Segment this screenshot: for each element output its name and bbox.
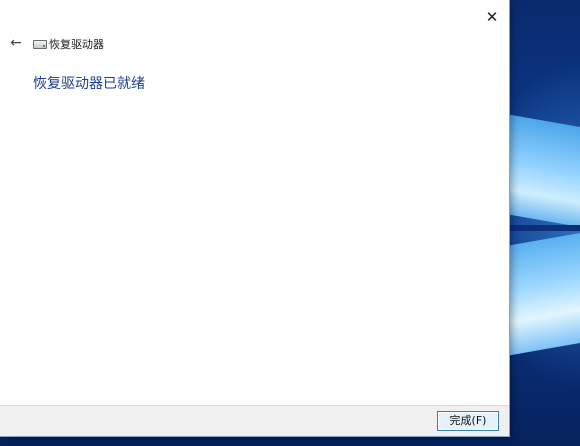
drive-icon	[33, 40, 47, 49]
desktop-background: ✕ ← 恢复驱动器 恢复驱动器已就绪 完成(F)	[0, 0, 580, 446]
back-arrow-icon: ←	[10, 35, 22, 51]
recovery-drive-wizard-window: ✕ ← 恢复驱动器 恢复驱动器已就绪 完成(F)	[0, 0, 510, 437]
close-button[interactable]: ✕	[481, 6, 503, 28]
window-title: 恢复驱动器	[49, 38, 104, 51]
back-button[interactable]: ←	[6, 33, 26, 53]
finish-button[interactable]: 完成(F)	[437, 411, 499, 431]
wizard-footer: 完成(F)	[0, 405, 509, 436]
close-icon: ✕	[485, 8, 499, 26]
page-heading: 恢复驱动器已就绪	[33, 76, 145, 92]
